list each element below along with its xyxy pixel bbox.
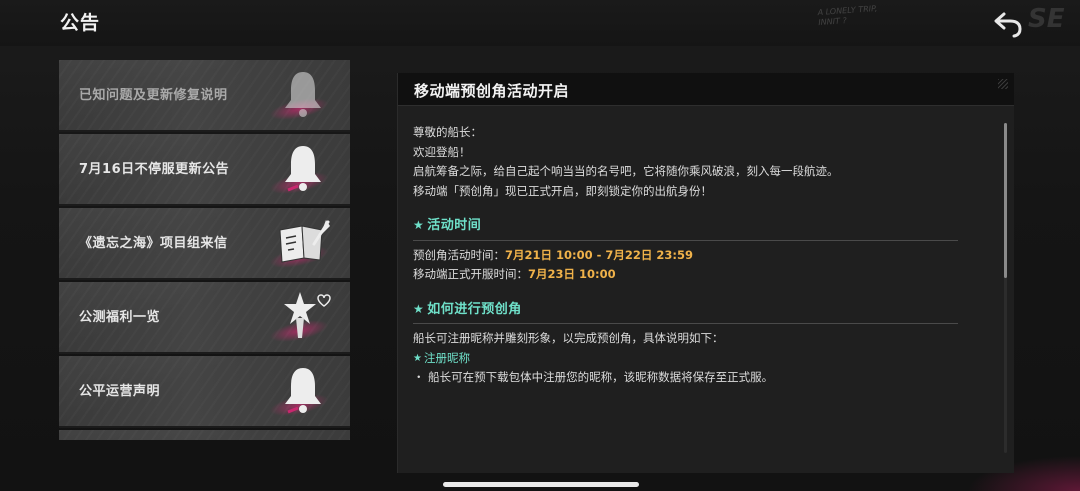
bell-icon xyxy=(285,72,321,117)
section-title-how-to: ★ 如何进行预创角 xyxy=(413,300,958,320)
list-item-label: 公平运营声明 xyxy=(79,384,161,399)
section-title-event-time: ★ 活动时间 xyxy=(413,216,958,236)
scrollbar-thumb[interactable] xyxy=(1004,123,1007,278)
sub-title-register-name: ★ 注册昵称 xyxy=(413,349,958,369)
list-item-partial[interactable] xyxy=(59,430,350,440)
divider xyxy=(413,239,958,241)
star-icon: ★ xyxy=(413,218,425,232)
bell-icon xyxy=(285,146,321,192)
gift-star-icon xyxy=(284,292,331,338)
article-body[interactable]: 尊敬的船长： 欢迎登船！ 启航筹备之际，给自己起个响当当的名号吧，它将随你乘风破… xyxy=(413,123,958,388)
star-icon: ★ xyxy=(413,301,425,316)
event-time-row: 预创角活动时间：7月21日 10:00 - 7月22日 23:59 xyxy=(413,247,694,262)
list-item-update-0716[interactable]: 7月16日不停服更新公告 xyxy=(59,134,350,206)
article-title: 移动端预创角活动开启 xyxy=(414,82,570,100)
back-button[interactable] xyxy=(990,8,1028,40)
decorative-logo-text: SE xyxy=(1028,4,1065,34)
letter-quill-icon xyxy=(279,220,330,263)
how-to-desc: 船长可注册昵称并雕刻形象，以完成预创角，具体说明如下： xyxy=(413,331,724,345)
bullet-text: ・ 船长可在预下载包体中注册您的昵称，该昵称数据将保存至正式服。 xyxy=(413,370,774,384)
event-time-value: 7月21日 10:00 - 7月22日 23:59 xyxy=(505,247,694,262)
list-item-label: 已知问题及更新修复说明 xyxy=(79,88,228,103)
scrollbar[interactable] xyxy=(1004,123,1007,453)
list-item-team-letter[interactable]: 《遗忘之海》项目组来信 xyxy=(59,208,350,280)
intro-text: 移动端「预创角」现已正式开启，即刻锁定你的出航身份！ xyxy=(413,183,712,198)
page-title: 公告 xyxy=(60,12,101,34)
star-icon: ★ xyxy=(413,352,422,364)
list-item-welfare[interactable]: 公测福利一览 xyxy=(59,282,350,354)
greeting-text: 尊敬的船长： xyxy=(413,125,482,139)
back-arrow-icon xyxy=(994,12,1022,38)
home-indicator[interactable] xyxy=(443,482,639,487)
list-item-label: 《遗忘之海》项目组来信 xyxy=(79,236,228,251)
launch-time-row: 移动端正式开服时间：7月23日 10:00 xyxy=(413,267,616,281)
intro-text: 启航筹备之际，给自己起个响当当的名号吧，它将随你乘风破浪，刻入每一段航迹。 xyxy=(413,164,839,178)
divider xyxy=(413,323,958,324)
article-header: 移动端预创角活动开启 xyxy=(398,73,1014,106)
launch-time-value: 7月23日 10:00 xyxy=(528,267,616,281)
article-panel: 移动端预创角活动开启 尊敬的船长： 欢迎登船！ 启航筹备之际，给自己起个响当当的… xyxy=(397,73,1014,473)
bell-icon xyxy=(285,368,321,414)
list-item-label: 7月16日不停服更新公告 xyxy=(79,162,230,177)
list-item-fair-operation[interactable]: 公平运营声明 xyxy=(59,356,350,428)
top-bar: 公告 A LONELY TRIP, INNIT ? SE xyxy=(0,0,1080,46)
list-item-label: 公测福利一览 xyxy=(79,310,161,325)
welcome-text: 欢迎登船！ xyxy=(413,144,471,159)
decorative-caption: A LONELY TRIP, INNIT ? xyxy=(817,3,878,28)
announcement-screen: 公告 A LONELY TRIP, INNIT ? SE 已知问题及更新修复说明… xyxy=(0,0,1080,491)
announcement-list: 已知问题及更新修复说明 7月16日不停服更新公告 《遗忘之海》项目组来信 公测福… xyxy=(59,60,351,440)
list-item-known-issues[interactable]: 已知问题及更新修复说明 xyxy=(59,60,350,132)
